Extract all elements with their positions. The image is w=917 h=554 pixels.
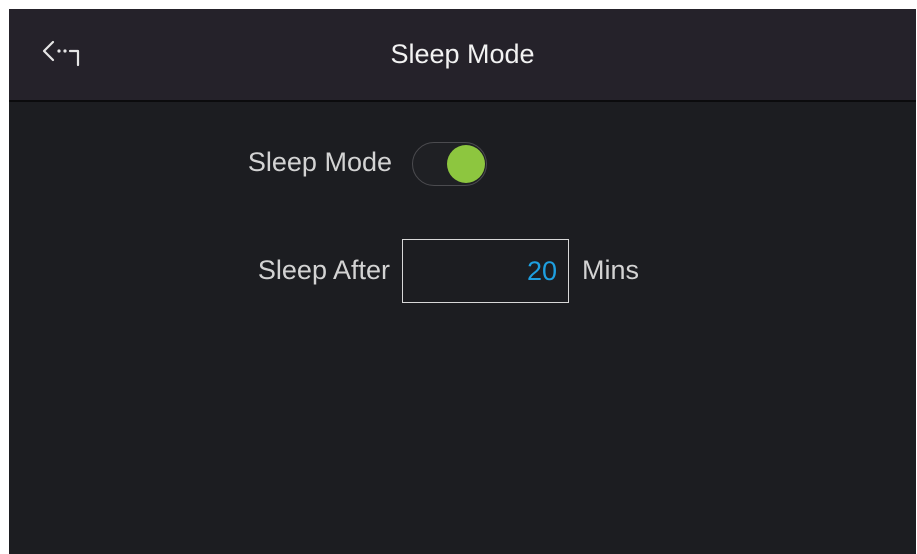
minutes-unit-label: Mins xyxy=(582,255,640,285)
header-bar: Sleep Mode xyxy=(9,9,916,102)
back-button[interactable] xyxy=(37,33,87,73)
sleep-mode-screen: Sleep Mode Sleep Mode Sleep After Mins xyxy=(9,9,916,554)
page-title: Sleep Mode xyxy=(390,39,535,69)
sleep-after-label: Sleep After xyxy=(257,255,390,285)
toggle-knob xyxy=(446,144,485,183)
sleep-mode-toggle[interactable] xyxy=(412,142,487,186)
sleep-mode-label: Sleep Mode xyxy=(247,147,392,177)
sleep-after-minutes-input[interactable] xyxy=(402,239,569,303)
